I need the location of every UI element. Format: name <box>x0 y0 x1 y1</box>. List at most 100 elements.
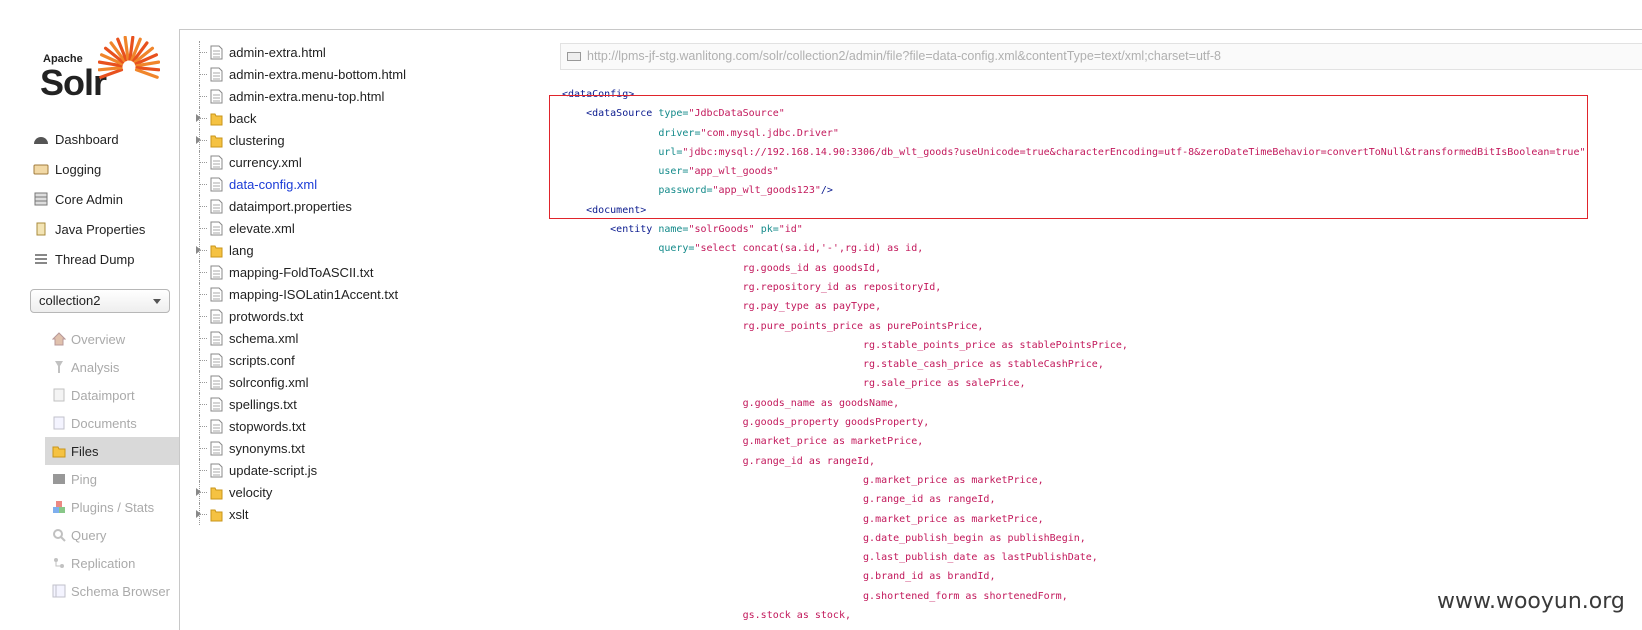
tree-file[interactable]: schema.xml <box>196 327 526 349</box>
tree-item-name: spellings.txt <box>229 396 297 412</box>
tree-connector <box>196 239 210 261</box>
tree-file[interactable]: currency.xml <box>196 151 526 173</box>
code-txt: g.last_publish_date as lastPublishDate, <box>562 552 1098 564</box>
tree-item-name: elevate.xml <box>229 220 295 236</box>
tree-folder[interactable]: xslt <box>196 503 526 525</box>
core-admin-icon <box>33 192 49 206</box>
code-line: g.market_price as marketPrice, <box>562 432 1586 451</box>
core-selector[interactable]: collection2 <box>30 289 170 313</box>
folder-icon <box>210 111 223 126</box>
core-menu-schema-browser[interactable]: Schema Browser <box>45 577 180 605</box>
solr-logo[interactable]: Apache Solr <box>40 36 165 104</box>
tree-folder[interactable]: clustering <box>196 129 526 151</box>
expand-arrow-icon[interactable] <box>196 488 201 496</box>
folder-icon <box>210 485 223 500</box>
tree-file[interactable]: dataimport.properties <box>196 195 526 217</box>
tree-item-name: dataimport.properties <box>229 198 352 214</box>
file-icon <box>210 45 223 60</box>
code-line: rg.stable_points_price as stablePointsPr… <box>562 336 1586 355</box>
code-val: "select concat(sa.id,'-',rg.id) as id, <box>694 243 924 255</box>
tree-folder[interactable]: lang <box>196 239 526 261</box>
tree-connector <box>196 481 210 503</box>
tree-file[interactable]: admin-extra.menu-top.html <box>196 85 526 107</box>
code-line: query="select concat(sa.id,'-',rg.id) as… <box>562 239 1586 258</box>
core-menu-label: Documents <box>71 415 137 431</box>
core-menu-label: Overview <box>71 331 126 347</box>
core-menu-ping[interactable]: Ping <box>45 465 180 493</box>
tree-file[interactable]: scripts.conf <box>196 349 526 371</box>
file-icon <box>210 463 223 478</box>
code-txt: g.goods_property goodsProperty, <box>562 417 930 429</box>
tree-file[interactable]: elevate.xml <box>196 217 526 239</box>
tree-file[interactable]: update-script.js <box>196 459 526 481</box>
tree-file[interactable]: data-config.xml <box>196 173 526 195</box>
expand-arrow-icon[interactable] <box>196 510 201 518</box>
core-menu-overview[interactable]: Overview <box>45 325 180 353</box>
tree-file[interactable]: admin-extra.menu-bottom.html <box>196 63 526 85</box>
core-menu-analysis[interactable]: Analysis <box>45 353 180 381</box>
tree-item-name: admin-extra.html <box>229 44 326 60</box>
expand-arrow-icon[interactable] <box>196 246 201 254</box>
code-attr: name= <box>658 224 689 236</box>
tree-connector <box>196 261 210 283</box>
tree-file[interactable]: synonyms.txt <box>196 437 526 459</box>
query-icon <box>52 528 66 542</box>
tree-file[interactable]: admin-extra.html <box>196 41 526 63</box>
tree-file[interactable]: mapping-FoldToASCII.txt <box>196 261 526 283</box>
nav-item-label: Logging <box>55 161 102 177</box>
tree-connector <box>196 129 210 151</box>
tree-connector <box>196 437 210 459</box>
code-attr: query= <box>562 243 695 255</box>
file-url-bar[interactable]: http://lpms-jf-stg.wanlitong.com/solr/co… <box>560 43 1642 70</box>
code-txt: g.market_price as marketPrice, <box>562 436 924 448</box>
expand-arrow-icon[interactable] <box>196 114 201 122</box>
expand-arrow-icon[interactable] <box>196 136 201 144</box>
core-selector-value: collection2 <box>39 293 101 308</box>
tree-connector <box>196 503 210 525</box>
nav-item-thread-dump[interactable]: Thread Dump <box>33 244 180 274</box>
core-menu-documents[interactable]: Documents <box>45 409 180 437</box>
core-menu-query[interactable]: Query <box>45 521 180 549</box>
code-line: rg.pay_type as payType, <box>562 297 1586 316</box>
tree-folder[interactable]: back <box>196 107 526 129</box>
replication-icon <box>52 556 66 570</box>
documents-icon <box>52 416 66 430</box>
nav-item-dashboard[interactable]: Dashboard <box>33 124 180 154</box>
tree-connector <box>196 371 210 393</box>
file-icon <box>210 155 223 170</box>
logging-icon <box>33 162 49 176</box>
tree-file[interactable]: spellings.txt <box>196 393 526 415</box>
tree-file[interactable]: mapping-ISOLatin1Accent.txt <box>196 283 526 305</box>
dataimport-icon <box>52 388 66 402</box>
file-icon <box>210 331 223 346</box>
tree-connector <box>196 195 210 217</box>
code-line: g.range_id as rangeId, <box>562 452 1586 471</box>
thread-dump-icon <box>33 252 49 266</box>
core-menu-plugins-stats[interactable]: Plugins / Stats <box>45 493 180 521</box>
code-line: rg.stable_cash_price as stableCashPrice, <box>562 355 1586 374</box>
code-line: gs.stock as stock, <box>562 606 1586 625</box>
tree-connector <box>196 349 210 371</box>
java-properties-icon <box>33 222 49 236</box>
tree-file[interactable]: stopwords.txt <box>196 415 526 437</box>
tree-folder[interactable]: velocity <box>196 481 526 503</box>
tree-file[interactable]: solrconfig.xml <box>196 371 526 393</box>
folder-icon <box>210 507 223 522</box>
nav-item-logging[interactable]: Logging <box>33 154 180 184</box>
tree-connector <box>196 151 210 173</box>
code-line: g.goods_property goodsProperty, <box>562 413 1586 432</box>
plugins-icon <box>52 500 66 514</box>
nav-item-java-properties[interactable]: Java Properties <box>33 214 180 244</box>
file-icon <box>210 199 223 214</box>
ping-icon <box>52 472 66 486</box>
tree-item-name: schema.xml <box>229 330 299 346</box>
tree-file[interactable]: protwords.txt <box>196 305 526 327</box>
tree-item-name: synonyms.txt <box>229 440 305 456</box>
core-menu-dataimport[interactable]: Dataimport <box>45 381 180 409</box>
core-menu-files[interactable]: Files <box>45 437 180 465</box>
core-menu-label: Files <box>71 443 99 459</box>
code-txt: g.market_price as marketPrice, <box>562 474 1044 486</box>
core-menu-replication[interactable]: Replication <box>45 549 180 577</box>
nav-item-core-admin[interactable]: Core Admin <box>33 184 180 214</box>
code-tag: <entity <box>562 224 659 236</box>
